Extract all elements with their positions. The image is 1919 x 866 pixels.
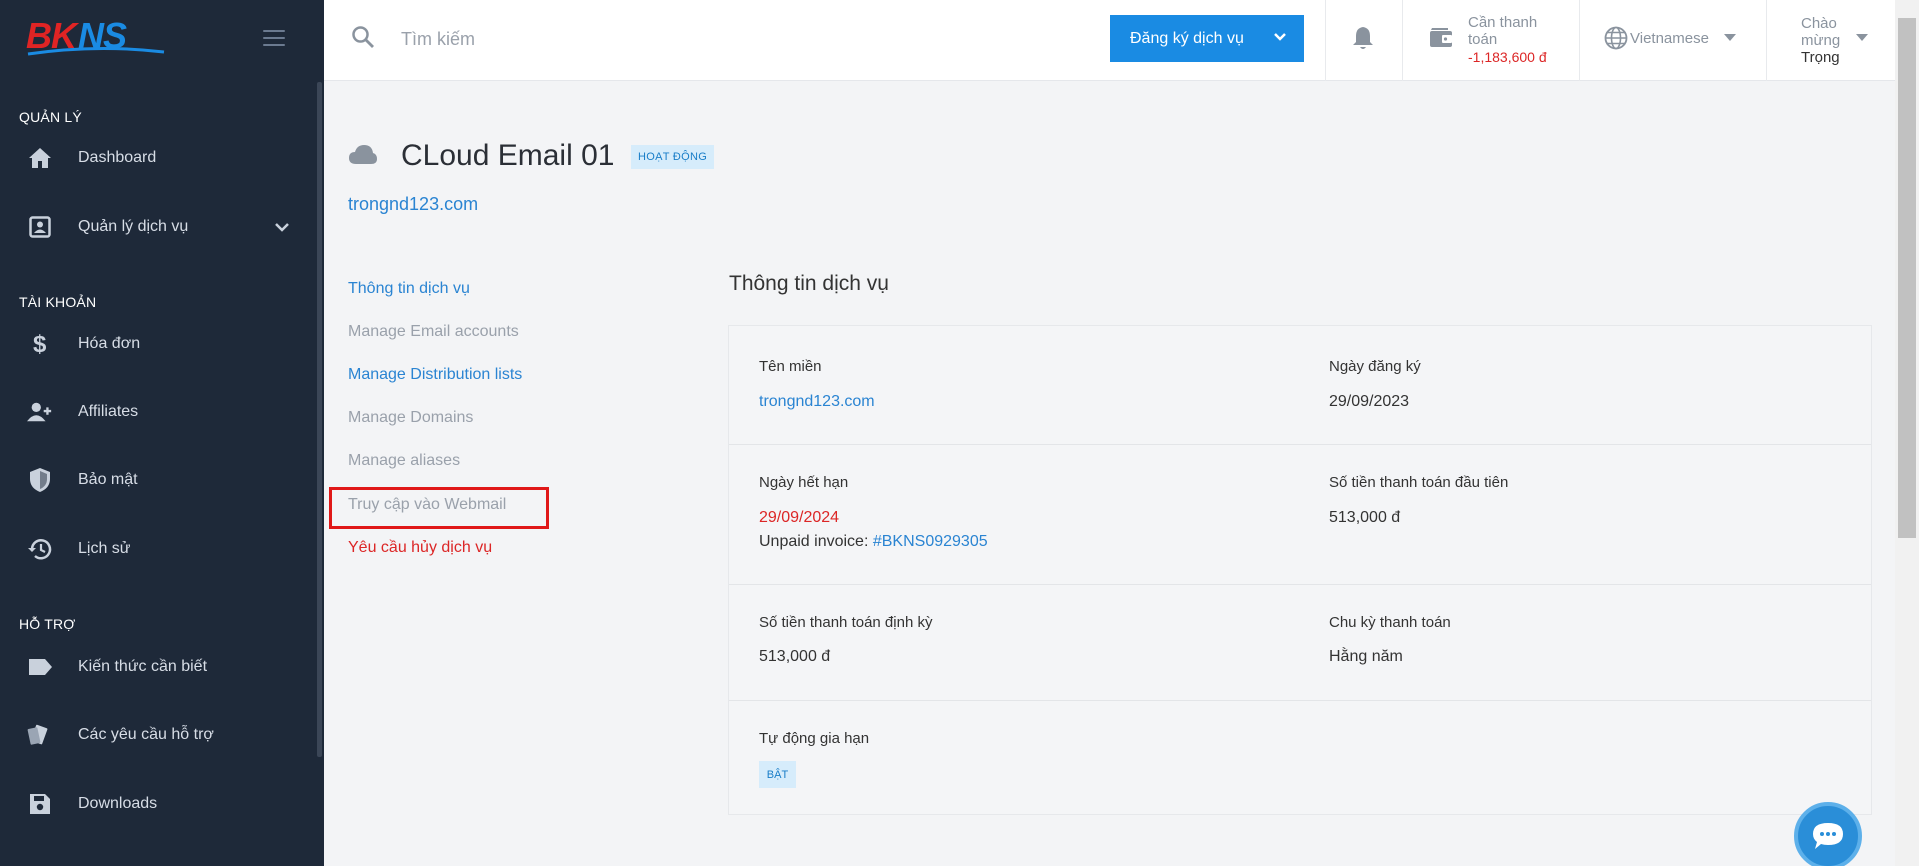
globe-icon[interactable] [1604,26,1628,50]
chevron-down-icon [275,223,289,232]
sidebar-item-label: Dashboard [78,149,157,166]
subnav-cancel-service[interactable]: Yêu cầu hủy dịch vụ [348,539,492,557]
account-box-icon [27,214,53,240]
topbar: Đăng ký dịch vụ Cần thanh toán -1,183,60… [324,0,1895,81]
bell-icon[interactable] [1352,25,1374,51]
sidebar-item-label: Kiến thức cần biết [78,658,208,675]
shield-icon [27,467,53,493]
language-selector[interactable]: Vietnamese [1630,30,1709,47]
field-label-reg-date: Ngày đăng ký [1329,358,1421,375]
sidebar-item-support-requests[interactable]: Các yêu cầu hỗ trợ [0,711,317,759]
wallet-icon[interactable] [1429,26,1453,48]
chat-icon [1813,823,1843,849]
sidebar-item-label: Các yêu cầu hỗ trợ [78,726,214,743]
sidebar-item-label: Lịch sử [78,540,131,557]
history-icon [27,536,53,562]
row-divider [729,700,1871,701]
auto-renew-badge: BẬT [759,761,796,788]
sidebar-item-security[interactable]: Bảo mật [0,456,317,504]
sidebar-item-invoices[interactable]: $ Hóa đơn [0,320,317,368]
sidebar-item-dashboard[interactable]: Dashboard [0,134,317,182]
divider [1579,0,1580,81]
caret-down-icon[interactable] [1724,34,1736,42]
field-label-recurring: Số tiền thanh toán định kỳ [759,614,933,631]
sidebar-item-downloads[interactable]: Downloads [0,780,317,828]
field-value-first-payment: 513,000 đ [1329,509,1401,526]
section-title-manage: QUẢN LÝ [19,109,82,125]
search-icon[interactable] [351,25,375,49]
field-label-expiry: Ngày hết hạn [759,474,849,491]
user-name[interactable]: Trọng [1801,49,1840,66]
status-badge: HOẠT ĐỘNG [631,145,715,169]
menu-toggle-icon[interactable] [263,30,285,46]
subnav-manage-aliases[interactable]: Manage aliases [348,452,460,470]
sidebar-item-label: Bảo mật [78,471,138,488]
user-plus-icon [27,399,53,425]
divider [1325,0,1326,81]
ticket-icon [27,722,53,748]
save-icon [27,791,53,817]
search-input[interactable] [401,24,1001,54]
unpaid-invoice-label: Unpaid invoice: [759,533,869,550]
dollar-icon: $ [27,331,53,357]
page-title: CLoud Email 01 [401,139,615,172]
field-value-reg-date: 29/09/2023 [1329,393,1410,410]
sidebar-scrollbar[interactable] [317,82,322,757]
field-value-expiry: 29/09/2024 [759,509,840,526]
field-value-cycle: Hằng năm [1329,648,1403,665]
field-label-cycle: Chu kỳ thanh toán [1329,614,1451,631]
sidebar-item-affiliates[interactable]: Affiliates [0,388,317,436]
highlight-box [329,487,549,529]
row-divider [729,584,1871,585]
sidebar-item-history[interactable]: Lịch sử [0,525,317,573]
field-label-domain: Tên miền [759,358,822,375]
field-value-domain[interactable]: trongnd123.com [759,393,875,411]
register-service-button[interactable]: Đăng ký dịch vụ [1110,15,1304,62]
subnav-manage-distribution-lists[interactable]: Manage Distribution lists [348,366,522,384]
sidebar-item-label: Quản lý dịch vụ [78,218,189,235]
cloud-icon [349,145,377,164]
domain-link[interactable]: trongnd123.com [348,194,478,215]
section-title-account: TÀI KHOẢN [19,294,97,310]
sidebar-item-label: Downloads [78,795,158,812]
sidebar-item-label: Affiliates [78,403,139,420]
chevron-down-icon [1274,33,1286,41]
section-title-support: HỖ TRỢ [19,616,76,632]
field-label-first-payment: Số tiền thanh toán đầu tiên [1329,474,1509,491]
sidebar: BK NS QUẢN LÝ Dashboard Quản lý dịch vụ … [0,0,324,866]
sidebar-item-label: Hóa đơn [78,335,141,352]
caret-down-icon[interactable] [1856,34,1868,42]
page-scrollbar-thumb[interactable] [1898,18,1916,538]
sidebar-item-services[interactable]: Quản lý dịch vụ [0,203,317,251]
section-heading: Thông tin dịch vụ [729,272,889,295]
info-panel [728,325,1872,815]
bkns-logo[interactable]: BK NS [26,14,166,60]
divider [1766,0,1767,81]
wallet-amount[interactable]: -1,183,600 đ [1468,49,1547,65]
greeting-label[interactable]: Chào mừng [1801,15,1851,49]
field-label-auto-renew: Tự động gia hạn [759,730,870,747]
unpaid-invoice-line: Unpaid invoice: #BKNS0929305 [759,533,988,551]
unpaid-invoice-link[interactable]: #BKNS0929305 [873,533,988,550]
chat-button[interactable] [1794,802,1862,866]
subnav-service-info[interactable]: Thông tin dịch vụ [348,280,470,298]
wallet-label[interactable]: Cần thanh toán [1468,14,1563,48]
svg-text:$: $ [33,331,47,357]
home-icon [27,145,53,171]
sidebar-item-knowledge[interactable]: Kiến thức cần biết [0,643,317,691]
subnav-manage-email-accounts[interactable]: Manage Email accounts [348,323,519,341]
field-value-recurring: 513,000 đ [759,648,831,665]
register-service-label: Đăng ký dịch vụ [1130,29,1244,47]
subnav-manage-domains[interactable]: Manage Domains [348,409,473,427]
row-divider [729,444,1871,445]
label-icon [27,654,53,680]
divider [1402,0,1403,81]
